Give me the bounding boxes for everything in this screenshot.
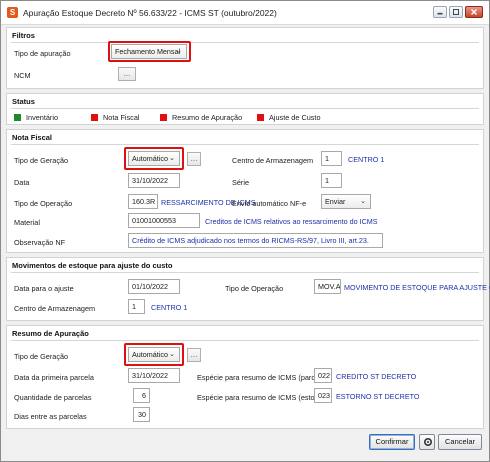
- serie-input[interactable]: 1: [321, 173, 342, 188]
- status-resumo-label: Resumo de Apuração: [172, 113, 243, 122]
- resumo-options-button[interactable]: ...: [187, 348, 201, 362]
- serie-label: Série: [232, 178, 250, 187]
- especie-estorno-input[interactable]: 023: [314, 388, 332, 403]
- envio-nfe-value: Enviar: [325, 197, 346, 206]
- material-label: Material: [14, 218, 40, 227]
- especie-parcelas-desc: CREDITO ST DECRETO: [336, 372, 417, 381]
- centro-armazenagem-label: Centro de Armazenagem: [232, 156, 314, 165]
- especie-estorno-desc: ESTORNO ST DECRETO: [336, 392, 420, 401]
- divider: [11, 42, 479, 43]
- data-primeira-parcela-label: Data da primeira parcela: [14, 373, 94, 382]
- especie-parcelas-input[interactable]: 022: [314, 368, 332, 383]
- highlight-box: [108, 41, 191, 62]
- divider: [11, 108, 479, 109]
- chevron-down-icon: ⌄: [360, 198, 366, 205]
- status-panel: Status Inventário Nota Fiscal Resumo de …: [6, 93, 484, 125]
- close-icon: [471, 9, 477, 15]
- data-ajuste-label: Data para o ajuste: [14, 284, 74, 293]
- nota-fiscal-title: Nota Fiscal: [12, 133, 53, 142]
- title-bar: S Apuração Estoque Decreto Nº 56.633/22 …: [1, 1, 489, 25]
- resumo-title: Resumo de Apuração: [12, 329, 89, 338]
- dias-entre-parcelas-input[interactable]: 30: [133, 407, 150, 422]
- cancel-button[interactable]: Cancelar: [438, 434, 482, 450]
- nota-fiscal-panel: Nota Fiscal Tipo de Geração Automático ⌄…: [6, 129, 484, 253]
- ncm-lookup-button[interactable]: ...: [118, 67, 136, 81]
- minimize-icon: [437, 12, 443, 15]
- status-inventario-indicator: [14, 114, 21, 121]
- mov-centro-input[interactable]: 1: [128, 299, 145, 314]
- filtros-title: Filtros: [12, 31, 35, 40]
- maximize-icon: [453, 9, 459, 15]
- mov-tipo-operacao-desc: MOVIMENTO DE ESTOQUE PARA AJUSTE CUSTO: [344, 283, 490, 292]
- status-inventario-label: Inventário: [26, 113, 59, 122]
- resumo-tipo-geracao-label: Tipo de Geração: [14, 352, 69, 361]
- settings-button[interactable]: [419, 434, 435, 450]
- mov-centro-desc: CENTRO 1: [151, 303, 188, 312]
- confirm-button[interactable]: Confirmar: [369, 434, 415, 450]
- status-ajuste-label: Ajuste de Custo: [269, 113, 321, 122]
- especie-estorno-label: Espécie para resumo de ICMS (estorno): [197, 393, 328, 402]
- tipo-operacao-label: Tipo de Operação: [14, 199, 73, 208]
- centro-armazenagem-input[interactable]: 1: [321, 151, 342, 166]
- filtros-panel: Filtros Tipo de apuração Fechamento Mens…: [6, 27, 484, 89]
- data-label: Data: [14, 178, 30, 187]
- especie-parcelas-label: Espécie para resumo de ICMS (parcelas): [197, 373, 331, 382]
- highlight-box: [124, 343, 184, 366]
- dialog-window: S Apuração Estoque Decreto Nº 56.633/22 …: [0, 0, 490, 462]
- tipo-apuracao-label: Tipo de apuração: [14, 49, 71, 58]
- divider: [11, 340, 479, 341]
- data-primeira-parcela-input[interactable]: 31/10/2022: [128, 368, 180, 383]
- close-button[interactable]: [465, 6, 483, 18]
- cancel-button-label: Cancelar: [444, 437, 475, 446]
- centro-armazenagem-desc: CENTRO 1: [348, 155, 385, 164]
- divider: [11, 144, 479, 145]
- ncm-label: NCM: [14, 71, 31, 80]
- minimize-button[interactable]: [433, 6, 447, 18]
- observacao-label: Observação NF: [14, 238, 66, 247]
- envio-nfe-label: Envio automático NF-e: [232, 199, 307, 208]
- status-title: Status: [12, 97, 35, 106]
- observacao-input[interactable]: Crédito de ICMS adjudicado nos termos do…: [128, 233, 383, 248]
- status-ajuste-indicator: [257, 114, 264, 121]
- envio-nfe-select[interactable]: Enviar ⌄: [321, 194, 371, 209]
- status-nota-fiscal-label: Nota Fiscal: [103, 113, 140, 122]
- dias-entre-parcelas-label: Dias entre as parcelas: [14, 412, 87, 421]
- app-logo-icon: S: [7, 7, 18, 18]
- status-resumo-indicator: [160, 114, 167, 121]
- confirm-button-label: Confirmar: [375, 437, 409, 446]
- status-nota-fiscal-indicator: [91, 114, 98, 121]
- data-input[interactable]: 31/10/2022: [128, 173, 180, 188]
- divider: [11, 272, 479, 273]
- quantidade-parcelas-label: Quantidade de parcelas: [14, 393, 92, 402]
- window-title: Apuração Estoque Decreto Nº 56.633/22 - …: [23, 8, 277, 18]
- mov-tipo-operacao-label: Tipo de Operação: [225, 284, 284, 293]
- data-ajuste-input[interactable]: 01/10/2022: [128, 279, 180, 294]
- quantidade-parcelas-input[interactable]: 6: [133, 388, 150, 403]
- movimentos-title: Movimentos de estoque para ajuste do cus…: [12, 261, 173, 270]
- movimentos-panel: Movimentos de estoque para ajuste do cus…: [6, 257, 490, 321]
- resumo-panel: Resumo de Apuração Tipo de Geração Autom…: [6, 325, 484, 429]
- gear-icon: [423, 437, 433, 447]
- highlight-box: [124, 147, 184, 170]
- mov-centro-label: Centro de Armazenagem: [14, 304, 96, 313]
- maximize-button[interactable]: [449, 6, 463, 18]
- mov-tipo-operacao-input[interactable]: MOV.AJ: [314, 279, 341, 294]
- material-input[interactable]: 01001000553: [128, 213, 200, 228]
- material-desc: Creditos de ICMS relativos ao ressarcime…: [205, 217, 378, 226]
- tipo-geracao-options-button[interactable]: ...: [187, 152, 201, 166]
- tipo-operacao-input[interactable]: 160.3R: [128, 194, 158, 209]
- tipo-geracao-label: Tipo de Geração: [14, 156, 69, 165]
